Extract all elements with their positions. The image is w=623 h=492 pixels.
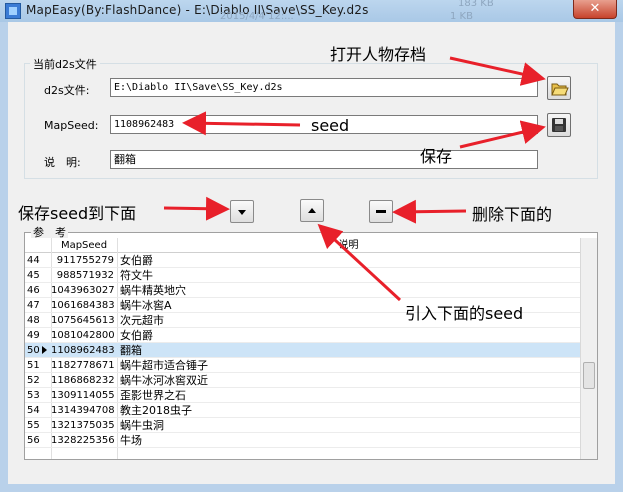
row-index: 53 bbox=[27, 390, 40, 401]
description-field[interactable]: 翻箱 bbox=[110, 150, 538, 169]
import-seed-up-button[interactable] bbox=[300, 199, 324, 222]
file-label: d2s文件: bbox=[44, 84, 90, 97]
scroll-thumb[interactable] bbox=[583, 362, 595, 389]
cell-mapseed[interactable]: 1108962483 bbox=[51, 343, 114, 358]
cell-mapseed[interactable]: 1186868232 bbox=[51, 373, 114, 388]
cell-mapseed[interactable]: 1081042800 bbox=[51, 328, 114, 343]
title-bar: MapEasy(By:FlashDance) - E:\Diablo II\Sa… bbox=[0, 0, 623, 23]
row-index: 44 bbox=[27, 255, 40, 266]
row-index: 47 bbox=[27, 300, 40, 311]
table-row[interactable]: 54 1314394708 教主2018虫子 bbox=[25, 403, 580, 418]
annotation-open-file: 打开人物存档 bbox=[330, 45, 427, 64]
vertical-scrollbar[interactable] bbox=[580, 238, 597, 459]
annotation-save: 保存 bbox=[420, 147, 453, 166]
background-ghost-size: 183 KB bbox=[458, 0, 494, 9]
row-index: 56 bbox=[27, 435, 40, 446]
cell-mapseed[interactable]: 1075645613 bbox=[51, 313, 114, 328]
window-title: MapEasy(By:FlashDance) - E:\Diablo II\Sa… bbox=[26, 3, 369, 17]
cell-note[interactable]: 牛场 bbox=[120, 433, 570, 448]
table-row[interactable]: 55 1321375035 蜗牛虫洞 bbox=[25, 418, 580, 433]
desc-label: 说 明: bbox=[44, 156, 81, 169]
column-header-note[interactable]: 说明 bbox=[117, 238, 580, 253]
cell-mapseed[interactable]: 1043963027 bbox=[51, 283, 114, 298]
cell-mapseed[interactable]: 1314394708 bbox=[51, 403, 114, 418]
table-row[interactable]: 53 1309114055 歪影世界之石 bbox=[25, 388, 580, 403]
row-index: 46 bbox=[27, 285, 40, 296]
column-header-mapseed[interactable]: MapSeed bbox=[51, 238, 117, 253]
arrow-down-icon bbox=[238, 210, 246, 215]
background-ghost-text: 2015/4/4 12:... bbox=[220, 11, 294, 22]
current-row-marker-icon bbox=[42, 346, 47, 354]
table-row[interactable]: 45 988571932 符文牛 bbox=[25, 268, 580, 283]
cell-mapseed[interactable]: 1321375035 bbox=[51, 418, 114, 433]
table-row[interactable]: 44 911755279 女伯爵 bbox=[25, 253, 580, 268]
table-row[interactable]: 49 1081042800 女伯爵 bbox=[25, 328, 580, 343]
row-header-corner bbox=[25, 238, 51, 253]
table-row[interactable]: 52 1186868232 蜗牛冰河冰窖双近 bbox=[25, 373, 580, 388]
row-index: 52 bbox=[27, 375, 40, 386]
annotation-seed: seed bbox=[311, 116, 350, 135]
cell-mapseed[interactable]: 988571932 bbox=[51, 268, 114, 283]
cell-note[interactable]: 蜗牛虫洞 bbox=[120, 418, 570, 433]
cell-mapseed[interactable]: 1309114055 bbox=[51, 388, 114, 403]
close-button[interactable]: ✕ bbox=[573, 0, 617, 19]
arrow-up-icon bbox=[308, 208, 316, 213]
folder-open-icon bbox=[551, 83, 569, 96]
row-index: 50 bbox=[27, 345, 40, 356]
floppy-disk-icon bbox=[552, 118, 566, 132]
cell-mapseed[interactable]: 1061684383 bbox=[51, 298, 114, 313]
table-row[interactable]: 50 1108962483 翻箱 bbox=[25, 343, 580, 358]
table-row[interactable]: 56 1328225356 牛场 bbox=[25, 433, 580, 448]
app-icon bbox=[5, 3, 21, 19]
cell-note[interactable]: 蜗牛冰河冰窖双近 bbox=[120, 373, 570, 388]
open-file-button[interactable] bbox=[547, 76, 571, 100]
row-index: 45 bbox=[27, 270, 40, 281]
group-title: 当前d2s文件 bbox=[30, 56, 100, 72]
save-seed-down-button[interactable] bbox=[230, 200, 254, 223]
cell-mapseed[interactable]: 911755279 bbox=[51, 253, 114, 268]
row-index: 55 bbox=[27, 420, 40, 431]
table-row[interactable]: 46 1043963027 蜗牛精英地穴 bbox=[25, 283, 580, 298]
row-index: 49 bbox=[27, 330, 40, 341]
cell-note[interactable]: 符文牛 bbox=[120, 268, 570, 283]
cell-note[interactable]: 蜗牛精英地穴 bbox=[120, 283, 570, 298]
annotation-save-seed-down: 保存seed到下面 bbox=[18, 204, 137, 223]
row-index: 48 bbox=[27, 315, 40, 326]
row-index: 51 bbox=[27, 360, 40, 371]
cell-note[interactable]: 女伯爵 bbox=[120, 328, 570, 343]
cell-mapseed[interactable]: 1328225356 bbox=[51, 433, 114, 448]
file-path-field[interactable]: E:\Diablo II\Save\SS_Key.d2s bbox=[110, 78, 538, 97]
annotation-import-seed: 引入下面的seed bbox=[405, 304, 524, 323]
row-index: 54 bbox=[27, 405, 40, 416]
cell-note[interactable]: 歪影世界之石 bbox=[120, 388, 570, 403]
cell-note[interactable]: 教主2018虫子 bbox=[120, 403, 570, 418]
delete-row-button[interactable] bbox=[369, 200, 393, 223]
cell-note[interactable]: 翻箱 bbox=[120, 343, 570, 358]
cell-note[interactable]: 女伯爵 bbox=[120, 253, 570, 268]
background-ghost-size-2: 1 KB bbox=[450, 11, 473, 22]
annotation-delete-below: 删除下面的 bbox=[472, 205, 553, 224]
save-button[interactable] bbox=[547, 113, 571, 137]
cell-mapseed[interactable]: 1182778671 bbox=[51, 358, 114, 373]
close-icon: ✕ bbox=[589, 1, 601, 16]
seed-label: MapSeed: bbox=[44, 119, 99, 132]
cell-note[interactable]: 蜗牛超市适合锤子 bbox=[120, 358, 570, 373]
minus-icon bbox=[376, 210, 386, 213]
table-row[interactable]: 51 1182778671 蜗牛超市适合锤子 bbox=[25, 358, 580, 373]
